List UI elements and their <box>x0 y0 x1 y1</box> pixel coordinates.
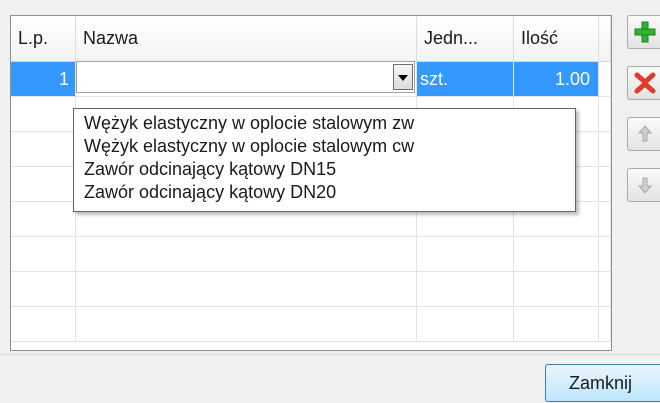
row-qty-cell[interactable]: 1.00 <box>514 62 599 96</box>
name-combobox[interactable] <box>76 61 415 93</box>
add-row-button[interactable] <box>627 15 660 49</box>
grid-header: L.p. Nazwa Jedn... Ilość <box>11 16 611 62</box>
dropdown-option[interactable]: Zawór odcinający kątowy DN20 <box>74 181 575 204</box>
header-name[interactable]: Nazwa <box>76 16 417 61</box>
empty-row <box>11 307 611 342</box>
chevron-down-icon <box>398 75 408 81</box>
move-down-button[interactable] <box>627 168 660 202</box>
dropdown-option[interactable]: Zawór odcinający kątowy DN15 <box>74 158 575 181</box>
arrow-down-icon <box>637 177 653 194</box>
combobox-dropdown-list[interactable]: Wężyk elastyczny w oplocie stalowym zw W… <box>73 108 576 212</box>
move-up-button[interactable] <box>627 117 660 151</box>
dropdown-option[interactable]: Wężyk elastyczny w oplocie stalowym zw <box>74 112 575 135</box>
empty-row <box>11 272 611 307</box>
footer-separator <box>0 354 660 355</box>
delete-row-button[interactable] <box>627 66 660 100</box>
row-filler-cell <box>599 62 611 96</box>
combobox-dropdown-button[interactable] <box>393 64 413 90</box>
header-qty[interactable]: Ilość <box>514 16 599 61</box>
header-filler <box>599 16 611 61</box>
arrow-up-icon <box>637 125 653 142</box>
plus-icon <box>634 21 656 43</box>
empty-row <box>11 237 611 272</box>
delete-x-icon <box>634 72 656 94</box>
close-button[interactable]: Zamknij <box>545 364 660 402</box>
dropdown-option[interactable]: Wężyk elastyczny w oplocie stalowym cw <box>74 135 575 158</box>
row-lp-cell[interactable]: 1 <box>11 62 76 96</box>
row-unit-cell[interactable]: szt. <box>417 62 514 96</box>
header-unit[interactable]: Jedn... <box>417 16 514 61</box>
dialog-window: L.p. Nazwa Jedn... Ilość 1 szt. 1.00 Węż… <box>0 0 660 403</box>
header-lp[interactable]: L.p. <box>11 16 76 61</box>
